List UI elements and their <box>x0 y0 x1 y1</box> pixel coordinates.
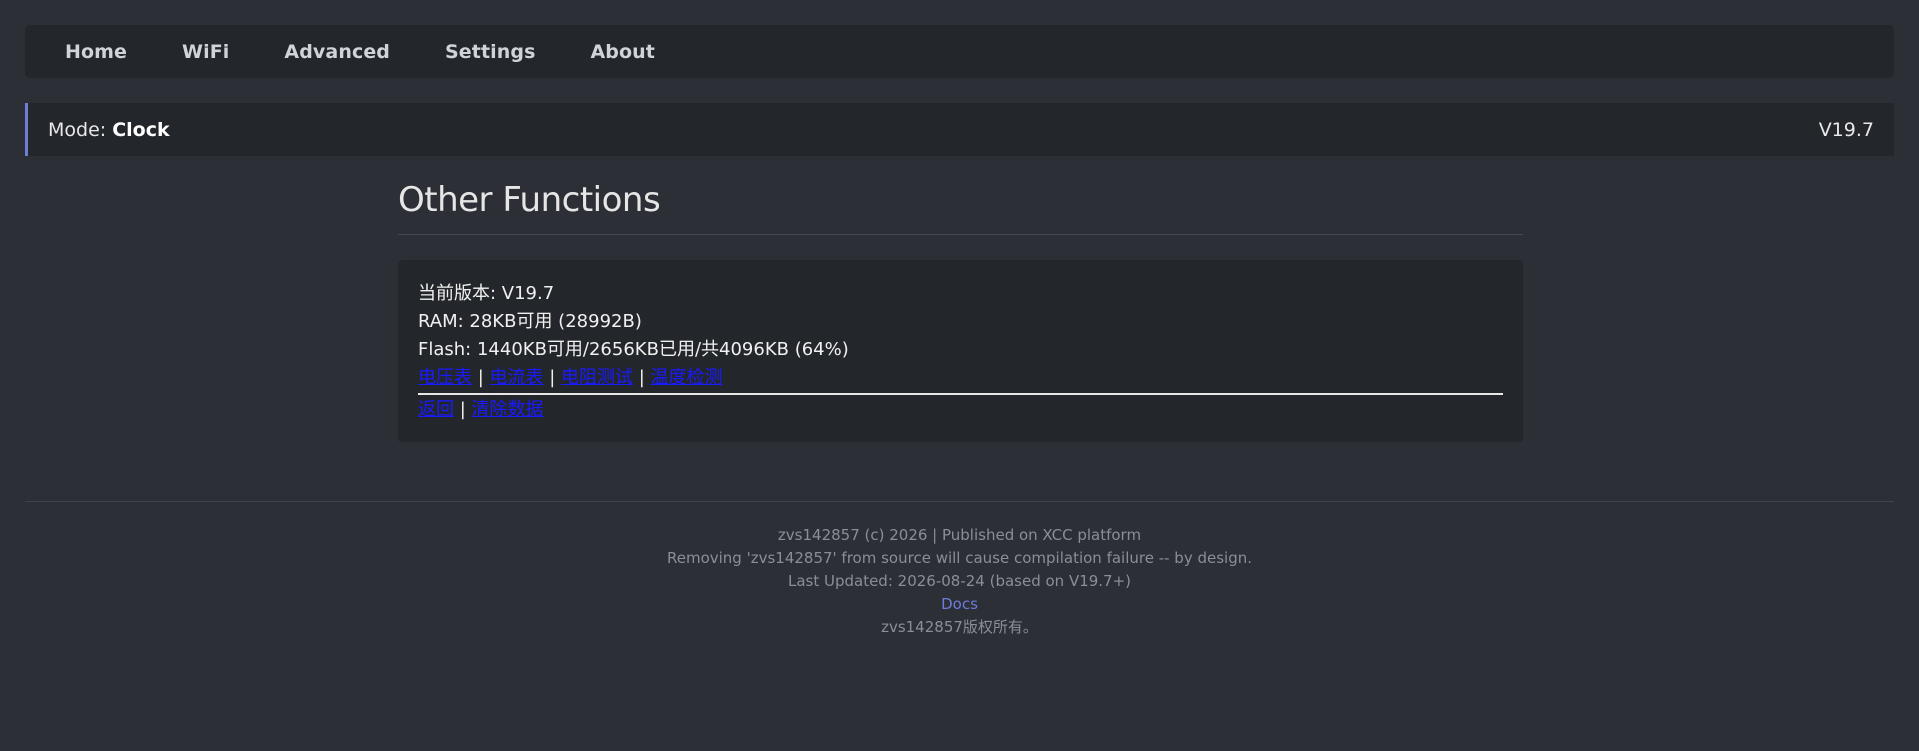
footer-notice: Removing 'zvs142857' from source will ca… <box>666 549 1253 567</box>
resistance-test-link[interactable]: 电阻测试 <box>561 367 633 388</box>
nav-wifi[interactable]: WiFi <box>182 41 229 63</box>
link-separator: | <box>633 367 651 388</box>
mode-status-bar: Mode: Clock V19.7 <box>25 103 1894 156</box>
main-content: Other Functions 当前版本: V19.7 RAM: 28KB可用 … <box>398 180 1523 442</box>
ram-info-line: RAM: 28KB可用 (28992B) <box>418 311 642 332</box>
footer: zvs142857 (c) 2026 | Published on XCC pl… <box>0 524 1919 639</box>
docs-link[interactable]: Docs <box>941 595 978 613</box>
link-separator: | <box>543 367 562 388</box>
nav-about[interactable]: About <box>591 41 655 63</box>
current-version-line: 当前版本: V19.7 <box>418 283 555 304</box>
footer-copyright: zvs142857 (c) 2026 | Published on XCC pl… <box>777 526 1142 544</box>
clear-data-link[interactable]: 清除数据 <box>472 399 544 420</box>
page-title: Other Functions <box>398 180 1523 235</box>
nav-advanced[interactable]: Advanced <box>284 41 390 63</box>
temperature-check-link[interactable]: 温度检测 <box>651 367 723 388</box>
link-separator: | <box>472 367 490 388</box>
nav-home[interactable]: Home <box>65 41 127 63</box>
back-link[interactable]: 返回 <box>418 399 454 420</box>
flash-info-line: Flash: 1440KB可用/2656KB已用/共4096KB (64%) <box>418 339 849 360</box>
ammeter-link[interactable]: 电流表 <box>490 367 544 388</box>
firmware-version: V19.7 <box>1818 118 1874 141</box>
mode-indicator: Mode: Clock <box>48 119 170 141</box>
top-navbar: Home WiFi Advanced Settings About <box>25 25 1894 78</box>
nav-settings[interactable]: Settings <box>445 41 535 63</box>
link-separator: | <box>454 399 472 420</box>
action-links-row: 返回 | 清除数据 <box>418 396 1503 424</box>
footer-last-updated: Last Updated: 2026-08-24 (based on V19.7… <box>787 572 1132 590</box>
footer-rights: zvs142857版权所有。 <box>881 618 1038 636</box>
mode-label: Mode: <box>48 118 113 141</box>
footer-divider <box>25 501 1894 502</box>
info-card: 当前版本: V19.7 RAM: 28KB可用 (28992B) Flash: … <box>398 260 1523 442</box>
divider <box>418 393 1503 395</box>
mode-value: Clock <box>112 118 170 141</box>
voltmeter-link[interactable]: 电压表 <box>418 367 472 388</box>
tool-links-row: 电压表 | 电流表 | 电阻测试 | 温度检测 <box>418 364 1503 392</box>
